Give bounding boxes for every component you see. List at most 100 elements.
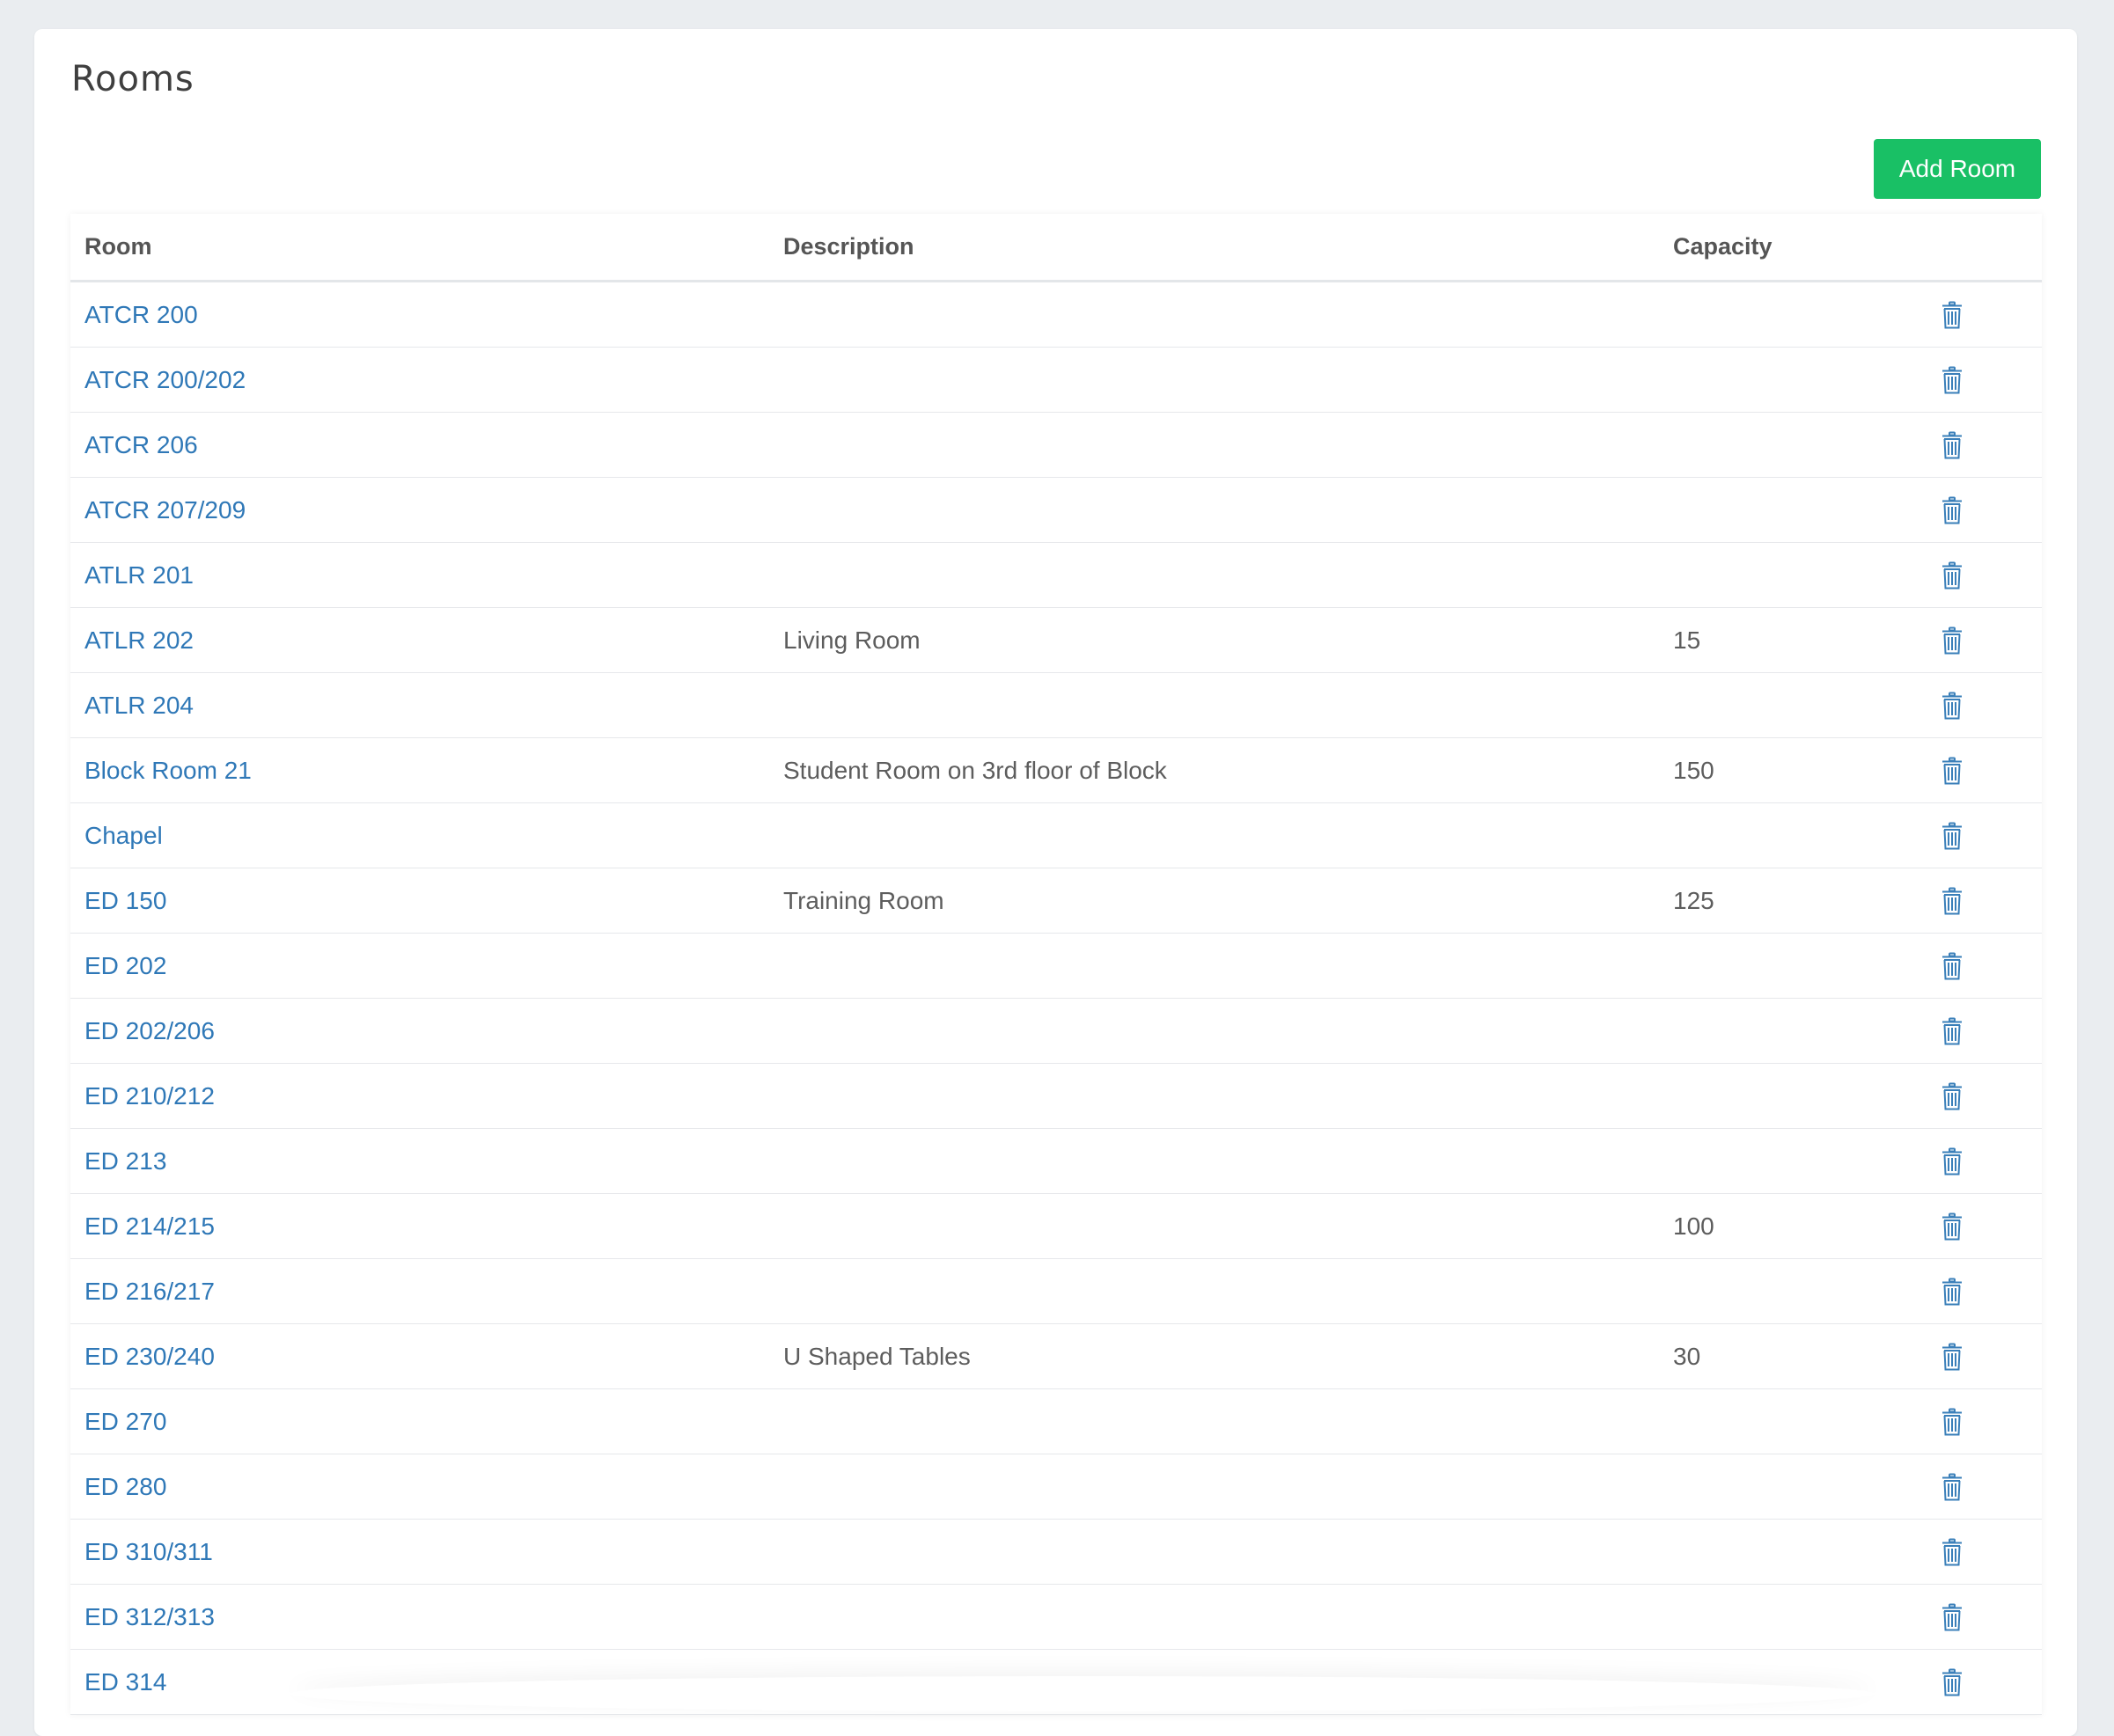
actions-cell bbox=[1910, 1323, 2042, 1389]
actions-cell bbox=[1910, 412, 2042, 478]
description-cell: U Shaped Tables bbox=[769, 1323, 1659, 1389]
room-link[interactable]: ED 216/217 bbox=[84, 1278, 215, 1305]
room-link[interactable]: ED 214/215 bbox=[84, 1212, 215, 1240]
table-row: Block Room 21 Student Room on 3rd floor … bbox=[70, 737, 2042, 803]
trash-icon[interactable] bbox=[1942, 757, 1963, 785]
trash-icon[interactable] bbox=[1942, 626, 1963, 655]
room-link[interactable]: ATLR 202 bbox=[84, 626, 194, 654]
trash-icon[interactable] bbox=[1942, 692, 1963, 720]
table-row: ED 213 bbox=[70, 1128, 2042, 1194]
capacity-cell bbox=[1659, 281, 1910, 348]
trash-icon[interactable] bbox=[1942, 1538, 1963, 1566]
room-link[interactable]: ED 210/212 bbox=[84, 1082, 215, 1110]
room-link[interactable]: ATLR 204 bbox=[84, 692, 194, 719]
description-cell bbox=[769, 412, 1659, 478]
capacity-cell bbox=[1659, 802, 1910, 868]
table-row: ATCR 200 bbox=[70, 281, 2042, 348]
actions-cell bbox=[1910, 542, 2042, 608]
table-header: Room Description Capacity bbox=[70, 214, 2042, 282]
room-cell: ATLR 202 bbox=[70, 607, 769, 673]
add-room-button[interactable]: Add Room bbox=[1874, 139, 2041, 199]
trash-icon[interactable] bbox=[1942, 496, 1963, 524]
room-link[interactable]: ED 310/311 bbox=[84, 1538, 213, 1565]
room-link[interactable]: ED 150 bbox=[84, 887, 166, 914]
room-cell: ATCR 200/202 bbox=[70, 347, 769, 413]
actions-cell bbox=[1910, 281, 2042, 348]
room-link[interactable]: ED 312/313 bbox=[84, 1603, 215, 1630]
actions-cell bbox=[1910, 1388, 2042, 1454]
room-link[interactable]: Chapel bbox=[84, 822, 163, 849]
actions-cell bbox=[1910, 1258, 2042, 1324]
trash-icon[interactable] bbox=[1942, 1017, 1963, 1045]
table-row: ED 310/311 bbox=[70, 1519, 2042, 1585]
trash-icon[interactable] bbox=[1942, 366, 1963, 394]
description-cell: Training Room bbox=[769, 868, 1659, 934]
room-link[interactable]: Block Room 21 bbox=[84, 757, 252, 784]
room-link[interactable]: ED 202 bbox=[84, 952, 166, 979]
trash-icon[interactable] bbox=[1942, 301, 1963, 329]
description-cell bbox=[769, 1519, 1659, 1585]
table-row: ATLR 201 bbox=[70, 542, 2042, 608]
room-link[interactable]: ED 230/240 bbox=[84, 1343, 215, 1370]
capacity-cell bbox=[1659, 998, 1910, 1064]
room-cell: ATCR 206 bbox=[70, 412, 769, 478]
room-link[interactable]: ED 270 bbox=[84, 1408, 166, 1435]
room-link[interactable]: ED 202/206 bbox=[84, 1017, 215, 1044]
room-cell: ED 216/217 bbox=[70, 1258, 769, 1324]
actions-cell bbox=[1910, 998, 2042, 1064]
room-cell: ED 213 bbox=[70, 1128, 769, 1194]
room-link[interactable]: ATCR 200 bbox=[84, 301, 198, 328]
trash-icon[interactable] bbox=[1942, 1082, 1963, 1110]
description-cell bbox=[769, 542, 1659, 608]
room-link[interactable]: ED 280 bbox=[84, 1473, 166, 1500]
room-link[interactable]: ATCR 206 bbox=[84, 431, 198, 458]
description-cell bbox=[769, 1128, 1659, 1194]
trash-icon[interactable] bbox=[1942, 431, 1963, 459]
actions-cell bbox=[1910, 1193, 2042, 1259]
actions-cell bbox=[1910, 1128, 2042, 1194]
trash-icon[interactable] bbox=[1942, 1408, 1963, 1436]
room-link[interactable]: ED 213 bbox=[84, 1147, 166, 1175]
trash-icon[interactable] bbox=[1942, 1278, 1963, 1306]
column-header-capacity: Capacity bbox=[1659, 214, 1910, 282]
actions-cell bbox=[1910, 607, 2042, 673]
description-cell: Living Room bbox=[769, 607, 1659, 673]
trash-icon[interactable] bbox=[1942, 1473, 1963, 1501]
table-row: ATLR 202 Living Room 15 bbox=[70, 607, 2042, 673]
trash-icon[interactable] bbox=[1942, 822, 1963, 850]
actions-cell bbox=[1910, 347, 2042, 413]
actions-cell bbox=[1910, 1063, 2042, 1129]
trash-icon[interactable] bbox=[1942, 887, 1963, 915]
table-row: ED 280 bbox=[70, 1454, 2042, 1520]
capacity-cell bbox=[1659, 477, 1910, 543]
page-title: Rooms bbox=[71, 59, 195, 99]
column-header-actions bbox=[1910, 214, 2042, 282]
room-cell: ED 210/212 bbox=[70, 1063, 769, 1129]
table-row: ED 312/313 bbox=[70, 1584, 2042, 1650]
actions-cell bbox=[1910, 1454, 2042, 1520]
table-row: ATLR 204 bbox=[70, 672, 2042, 738]
description-cell bbox=[769, 672, 1659, 738]
capacity-cell bbox=[1659, 412, 1910, 478]
room-link[interactable]: ATLR 201 bbox=[84, 561, 194, 589]
room-cell: ED 150 bbox=[70, 868, 769, 934]
table-row: ED 202/206 bbox=[70, 998, 2042, 1064]
room-link[interactable]: ED 314 bbox=[84, 1668, 166, 1696]
trash-icon[interactable] bbox=[1942, 1668, 1963, 1696]
trash-icon[interactable] bbox=[1942, 1212, 1963, 1241]
room-link[interactable]: ATCR 200/202 bbox=[84, 366, 246, 393]
actions-cell bbox=[1910, 802, 2042, 868]
table-row: Chapel bbox=[70, 802, 2042, 868]
capacity-cell bbox=[1659, 933, 1910, 999]
room-cell: ED 310/311 bbox=[70, 1519, 769, 1585]
table-row: ED 270 bbox=[70, 1388, 2042, 1454]
trash-icon[interactable] bbox=[1942, 1343, 1963, 1371]
trash-icon[interactable] bbox=[1942, 952, 1963, 980]
room-cell: ED 214/215 bbox=[70, 1193, 769, 1259]
room-link[interactable]: ATCR 207/209 bbox=[84, 496, 246, 524]
trash-icon[interactable] bbox=[1942, 1603, 1963, 1631]
room-cell: ED 280 bbox=[70, 1454, 769, 1520]
table-body: ATCR 200 ATCR 200/202 ATCR 206 ATCR 207/… bbox=[70, 281, 2042, 1715]
trash-icon[interactable] bbox=[1942, 561, 1963, 590]
trash-icon[interactable] bbox=[1942, 1147, 1963, 1176]
